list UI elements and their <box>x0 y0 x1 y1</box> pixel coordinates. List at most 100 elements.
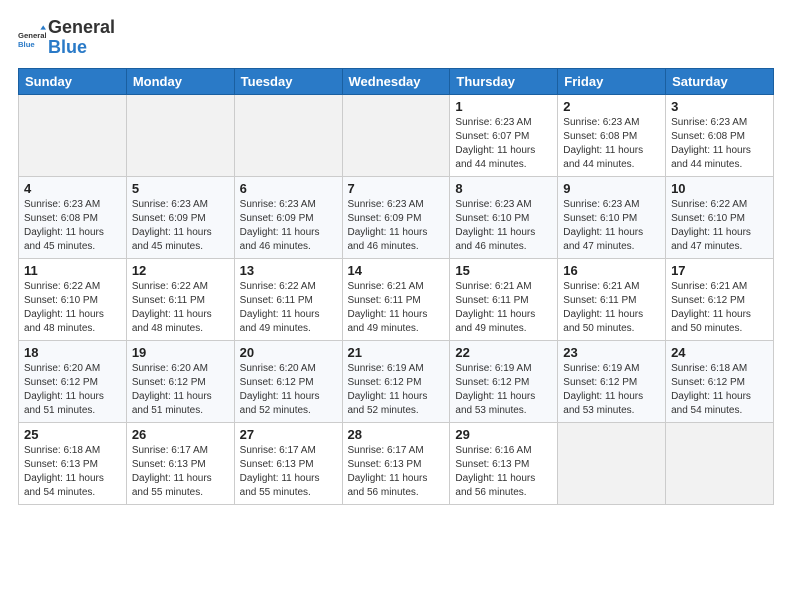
calendar-cell: 17 Sunrise: 6:21 AMSunset: 6:12 PMDayligh… <box>666 258 774 340</box>
calendar-cell: 18 Sunrise: 6:20 AMSunset: 6:12 PMDayligh… <box>19 340 127 422</box>
calendar-cell: 13 Sunrise: 6:22 AMSunset: 6:11 PMDayligh… <box>234 258 342 340</box>
calendar-week-row: 18 Sunrise: 6:20 AMSunset: 6:12 PMDayligh… <box>19 340 774 422</box>
calendar-cell: 22 Sunrise: 6:19 AMSunset: 6:12 PMDayligh… <box>450 340 558 422</box>
calendar-cell: 24 Sunrise: 6:18 AMSunset: 6:12 PMDayligh… <box>666 340 774 422</box>
day-number: 13 <box>240 263 337 278</box>
logo-text: GeneralBlue <box>48 18 115 58</box>
calendar-cell: 7 Sunrise: 6:23 AMSunset: 6:09 PMDaylight… <box>342 176 450 258</box>
day-number: 16 <box>563 263 660 278</box>
svg-text:General: General <box>18 31 46 40</box>
day-number: 25 <box>24 427 121 442</box>
calendar-cell: 26 Sunrise: 6:17 AMSunset: 6:13 PMDayligh… <box>126 422 234 504</box>
day-number: 4 <box>24 181 121 196</box>
day-number: 18 <box>24 345 121 360</box>
day-info: Sunrise: 6:20 AMSunset: 6:12 PMDaylight:… <box>24 362 121 418</box>
calendar-cell: 27Sunrise: 6:17 AMSunset: 6:13 PMDayligh… <box>234 422 342 504</box>
day-info: Sunrise: 6:22 AMSunset: 6:11 PMDaylight:… <box>240 280 337 336</box>
calendar-week-row: 1 Sunrise: 6:23 AMSunset: 6:07 PMDaylight… <box>19 94 774 176</box>
logo: General Blue GeneralBlue <box>18 18 115 58</box>
calendar-cell <box>234 94 342 176</box>
day-info: Sunrise: 6:19 AMSunset: 6:12 PMDaylight:… <box>455 362 552 418</box>
day-number: 10 <box>671 181 768 196</box>
calendar-cell: 8Sunrise: 6:23 AMSunset: 6:10 PMDaylight… <box>450 176 558 258</box>
day-info: Sunrise: 6:23 AMSunset: 6:08 PMDaylight:… <box>24 198 121 254</box>
calendar-cell: 14 Sunrise: 6:21 AMSunset: 6:11 PMDayligh… <box>342 258 450 340</box>
header: General Blue GeneralBlue <box>18 18 774 58</box>
day-number: 17 <box>671 263 768 278</box>
calendar-week-row: 25 Sunrise: 6:18 AMSunset: 6:13 PMDayligh… <box>19 422 774 504</box>
day-number: 20 <box>240 345 337 360</box>
col-header-sunday: Sunday <box>19 68 127 94</box>
calendar-cell <box>666 422 774 504</box>
day-info: Sunrise: 6:22 AMSunset: 6:10 PMDaylight:… <box>671 198 768 254</box>
calendar-cell: 16 Sunrise: 6:21 AMSunset: 6:11 PMDayligh… <box>558 258 666 340</box>
col-header-saturday: Saturday <box>666 68 774 94</box>
calendar-cell: 4 Sunrise: 6:23 AMSunset: 6:08 PMDaylight… <box>19 176 127 258</box>
day-number: 3 <box>671 99 768 114</box>
day-info: Sunrise: 6:20 AMSunset: 6:12 PMDaylight:… <box>240 362 337 418</box>
calendar-cell: 1 Sunrise: 6:23 AMSunset: 6:07 PMDaylight… <box>450 94 558 176</box>
day-info: Sunrise: 6:22 AMSunset: 6:11 PMDaylight:… <box>132 280 229 336</box>
day-info: Sunrise: 6:21 AMSunset: 6:11 PMDaylight:… <box>455 280 552 336</box>
calendar-cell: 20 Sunrise: 6:20 AMSunset: 6:12 PMDayligh… <box>234 340 342 422</box>
day-info: Sunrise: 6:23 AMSunset: 6:08 PMDaylight:… <box>563 116 660 172</box>
page: General Blue GeneralBlue SundayMondayTue… <box>0 0 792 612</box>
day-number: 15 <box>455 263 552 278</box>
day-number: 7 <box>348 181 445 196</box>
day-info: Sunrise: 6:16 AMSunset: 6:13 PMDaylight:… <box>455 444 552 500</box>
calendar-cell: 15 Sunrise: 6:21 AMSunset: 6:11 PMDayligh… <box>450 258 558 340</box>
day-info: Sunrise: 6:23 AMSunset: 6:09 PMDaylight:… <box>240 198 337 254</box>
day-info: Sunrise: 6:23 AMSunset: 6:07 PMDaylight:… <box>455 116 552 172</box>
day-info: Sunrise: 6:22 AMSunset: 6:10 PMDaylight:… <box>24 280 121 336</box>
calendar-week-row: 11 Sunrise: 6:22 AMSunset: 6:10 PMDayligh… <box>19 258 774 340</box>
calendar-cell: 9Sunrise: 6:23 AMSunset: 6:10 PMDaylight… <box>558 176 666 258</box>
calendar-header-row: SundayMondayTuesdayWednesdayThursdayFrid… <box>19 68 774 94</box>
day-info: Sunrise: 6:23 AMSunset: 6:09 PMDaylight:… <box>348 198 445 254</box>
logo-icon: General Blue <box>18 24 46 52</box>
calendar-cell <box>126 94 234 176</box>
calendar-cell: 6 Sunrise: 6:23 AMSunset: 6:09 PMDaylight… <box>234 176 342 258</box>
day-number: 12 <box>132 263 229 278</box>
day-number: 2 <box>563 99 660 114</box>
calendar-cell: 19 Sunrise: 6:20 AMSunset: 6:12 PMDayligh… <box>126 340 234 422</box>
day-info: Sunrise: 6:21 AMSunset: 6:11 PMDaylight:… <box>348 280 445 336</box>
col-header-wednesday: Wednesday <box>342 68 450 94</box>
day-number: 29 <box>455 427 552 442</box>
col-header-thursday: Thursday <box>450 68 558 94</box>
calendar-cell: 29 Sunrise: 6:16 AMSunset: 6:13 PMDayligh… <box>450 422 558 504</box>
calendar-cell <box>19 94 127 176</box>
day-number: 22 <box>455 345 552 360</box>
day-number: 9 <box>563 181 660 196</box>
calendar-cell <box>342 94 450 176</box>
col-header-friday: Friday <box>558 68 666 94</box>
calendar-cell: 11 Sunrise: 6:22 AMSunset: 6:10 PMDayligh… <box>19 258 127 340</box>
day-info: Sunrise: 6:18 AMSunset: 6:13 PMDaylight:… <box>24 444 121 500</box>
calendar-cell: 23Sunrise: 6:19 AMSunset: 6:12 PMDayligh… <box>558 340 666 422</box>
day-info: Sunrise: 6:19 AMSunset: 6:12 PMDaylight:… <box>348 362 445 418</box>
day-info: Sunrise: 6:17 AMSunset: 6:13 PMDaylight:… <box>132 444 229 500</box>
calendar-cell: 5Sunrise: 6:23 AMSunset: 6:09 PMDaylight… <box>126 176 234 258</box>
day-number: 24 <box>671 345 768 360</box>
day-number: 14 <box>348 263 445 278</box>
day-info: Sunrise: 6:23 AMSunset: 6:10 PMDaylight:… <box>455 198 552 254</box>
day-number: 19 <box>132 345 229 360</box>
col-header-monday: Monday <box>126 68 234 94</box>
svg-text:Blue: Blue <box>18 40 35 49</box>
calendar-cell <box>558 422 666 504</box>
calendar-cell: 12 Sunrise: 6:22 AMSunset: 6:11 PMDayligh… <box>126 258 234 340</box>
day-number: 21 <box>348 345 445 360</box>
day-number: 28 <box>348 427 445 442</box>
calendar-cell: 21 Sunrise: 6:19 AMSunset: 6:12 PMDayligh… <box>342 340 450 422</box>
day-info: Sunrise: 6:18 AMSunset: 6:12 PMDaylight:… <box>671 362 768 418</box>
day-info: Sunrise: 6:20 AMSunset: 6:12 PMDaylight:… <box>132 362 229 418</box>
day-info: Sunrise: 6:23 AMSunset: 6:08 PMDaylight:… <box>671 116 768 172</box>
calendar-week-row: 4 Sunrise: 6:23 AMSunset: 6:08 PMDaylight… <box>19 176 774 258</box>
day-info: Sunrise: 6:23 AMSunset: 6:09 PMDaylight:… <box>132 198 229 254</box>
day-info: Sunrise: 6:21 AMSunset: 6:11 PMDaylight:… <box>563 280 660 336</box>
day-number: 11 <box>24 263 121 278</box>
day-number: 26 <box>132 427 229 442</box>
day-number: 1 <box>455 99 552 114</box>
day-number: 27 <box>240 427 337 442</box>
day-info: Sunrise: 6:21 AMSunset: 6:12 PMDaylight:… <box>671 280 768 336</box>
day-number: 6 <box>240 181 337 196</box>
